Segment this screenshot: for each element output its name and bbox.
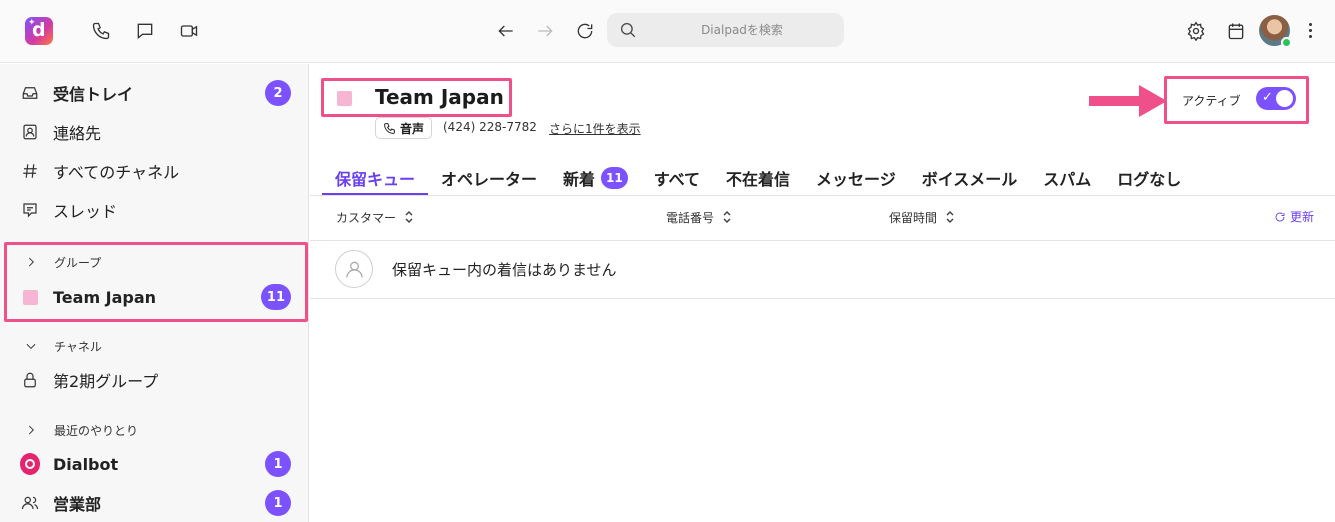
sidebar-item-label: すべてのチャネル (53, 163, 180, 182)
column-header-customer[interactable]: カスタマー (336, 208, 414, 226)
unread-badge: 1 (265, 490, 291, 516)
reload-icon[interactable] (574, 20, 596, 42)
unread-badge: 1 (265, 451, 291, 477)
empty-state-message: 保留キュー内の着信はありません (392, 261, 617, 279)
tab-missed[interactable]: 不在着信 (713, 161, 803, 195)
chevron-down-icon (24, 339, 38, 353)
tab-spam[interactable]: スパム (1030, 161, 1104, 195)
section-header-label: チャネル (54, 339, 102, 354)
channels-section-header[interactable]: チャネル (24, 336, 102, 356)
user-avatar[interactable] (1259, 15, 1292, 48)
tab-operators[interactable]: オペレーター (428, 161, 550, 195)
sidebar-item-label: Dialbot (53, 454, 119, 474)
kebab-menu-icon[interactable] (1303, 20, 1317, 42)
sort-icon (405, 210, 413, 224)
sidebar-item-dialbot[interactable]: Dialbot 1 (20, 449, 295, 479)
table-row-divider (310, 298, 1335, 299)
chat-icon[interactable] (134, 20, 156, 42)
table-header-divider (310, 240, 1335, 241)
tab-voicemail[interactable]: ボイスメール (909, 161, 1031, 195)
main-panel: Team Japan 音声 (424) 228-7782 さらに1件を表示 アク… (310, 64, 1335, 522)
section-header-label: 最近のやりとり (54, 423, 139, 438)
people-icon (20, 493, 40, 513)
new-count-badge: 11 (601, 167, 628, 189)
highlight-box-title (321, 78, 512, 117)
sidebar-item-contacts[interactable]: 連絡先 (20, 117, 295, 147)
tab-divider (310, 195, 1335, 196)
show-more-link[interactable]: さらに1件を表示 (549, 120, 641, 137)
user-placeholder-icon (335, 250, 373, 288)
threads-icon (20, 200, 40, 220)
sort-icon (946, 210, 954, 224)
sidebar-item-label: 連絡先 (53, 124, 102, 143)
sidebar-item-all-channels[interactable]: すべてのチャネル (20, 156, 295, 186)
tab-no-log[interactable]: ログなし (1104, 161, 1194, 195)
chevron-right-icon (24, 423, 38, 437)
highlight-box-active (1164, 76, 1309, 124)
phone-icon (384, 122, 395, 134)
dialpad-logo[interactable]: ✦ d (25, 17, 53, 45)
search-bar[interactable] (607, 13, 844, 47)
sidebar-item-channel-2nd-group[interactable]: 第2期グループ (20, 365, 295, 395)
pointer-arrow-icon (1089, 85, 1167, 117)
search-icon (620, 22, 636, 38)
phone-number: (424) 228-7782 (443, 120, 537, 134)
tab-hold-queue[interactable]: 保留キュー (322, 161, 429, 195)
sidebar-item-label: 受信トレイ (53, 85, 134, 104)
dialbot-icon (20, 453, 40, 475)
inbox-icon (20, 83, 40, 103)
hash-icon (20, 161, 40, 181)
unread-badge: 2 (265, 80, 291, 106)
refresh-icon (1275, 212, 1285, 221)
recent-section-header[interactable]: 最近のやりとり (24, 420, 138, 440)
sidebar-item-label: 営業部 (53, 495, 102, 514)
column-header-phone[interactable]: 電話番号 (666, 208, 732, 226)
phone-icon[interactable] (90, 20, 112, 42)
contacts-icon (20, 122, 40, 142)
lock-icon (20, 370, 40, 390)
voice-chip[interactable]: 音声 (375, 117, 433, 139)
back-arrow-icon[interactable] (495, 20, 517, 42)
sidebar-item-threads[interactable]: スレッド (20, 195, 295, 225)
highlight-box-groups (4, 242, 308, 322)
sidebar-item-label: スレッド (53, 202, 118, 221)
sidebar-item-sales-dept[interactable]: 営業部 1 (20, 488, 295, 518)
tab-messages[interactable]: メッセージ (803, 161, 909, 195)
sidebar-item-inbox[interactable]: 受信トレイ 2 (20, 78, 295, 108)
refresh-button[interactable]: 更新 (1274, 208, 1314, 225)
tab-bar: 保留キュー オペレーター 新着 11 すべて 不在着信 メッセージ ボイスメール … (322, 161, 1194, 195)
sidebar: 受信トレイ 2 連絡先 すべてのチャネル スレッド グループ Team Japa… (0, 64, 309, 522)
tab-all[interactable]: すべて (641, 161, 713, 195)
gear-icon[interactable] (1185, 20, 1207, 42)
column-header-hold-time[interactable]: 保留時間 (889, 208, 955, 226)
top-bar: ✦ d (0, 0, 1335, 63)
sidebar-item-label: 第2期グループ (53, 372, 159, 391)
online-status-indicator (1281, 37, 1292, 48)
search-input[interactable] (647, 19, 837, 41)
tab-new[interactable]: 新着 11 (550, 161, 641, 195)
voice-chip-label: 音声 (400, 121, 425, 136)
sort-icon (723, 210, 731, 224)
calendar-icon[interactable] (1225, 20, 1247, 42)
forward-arrow-icon[interactable] (534, 20, 556, 42)
video-icon[interactable] (178, 20, 200, 42)
